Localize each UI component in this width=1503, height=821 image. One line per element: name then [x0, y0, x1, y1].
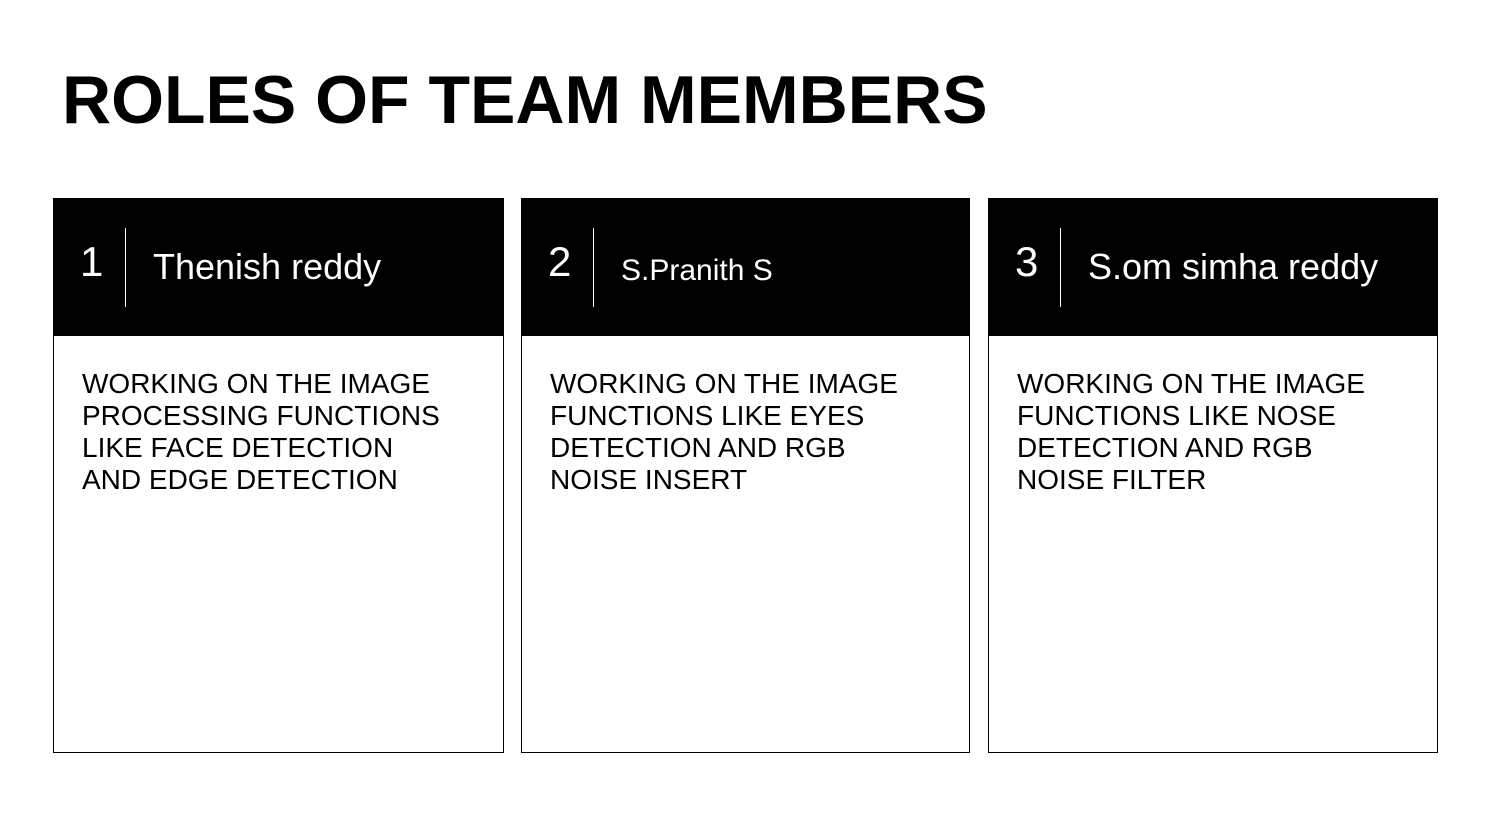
member-card-1: 1 Thenish reddy WORKING ON THE IMAGE PRO… [53, 198, 504, 753]
member-role: WORKING ON THE IMAGE PROCESSING FUNCTION… [82, 368, 440, 495]
member-name: Thenish reddy [153, 246, 382, 287]
header-divider [1060, 228, 1061, 307]
member-role: WORKING ON THE IMAGE FUNCTIONS LIKE NOSE… [1017, 368, 1365, 495]
member-role: WORKING ON THE IMAGE FUNCTIONS LIKE EYES… [550, 368, 898, 495]
member-number: 3 [1015, 238, 1039, 285]
member-number: 1 [80, 238, 104, 285]
slide: ROLES OF TEAM MEMBERS 1 Thenish reddy WO… [0, 0, 1503, 821]
member-card-header: 3 S.om simha reddy [988, 198, 1438, 336]
member-card-header: 2 S.Pranith S [521, 198, 970, 336]
slide-title: ROLES OF TEAM MEMBERS [62, 62, 988, 138]
member-name: S.Pranith S [621, 254, 773, 287]
header-divider [593, 228, 594, 307]
member-name: S.om simha reddy [1088, 246, 1379, 287]
member-card-3: 3 S.om simha reddy WORKING ON THE IMAGE … [988, 198, 1438, 753]
header-divider [125, 228, 126, 307]
member-card-2: 2 S.Pranith S WORKING ON THE IMAGE FUNCT… [521, 198, 970, 753]
member-card-header: 1 Thenish reddy [53, 198, 504, 336]
member-number: 2 [548, 238, 572, 285]
